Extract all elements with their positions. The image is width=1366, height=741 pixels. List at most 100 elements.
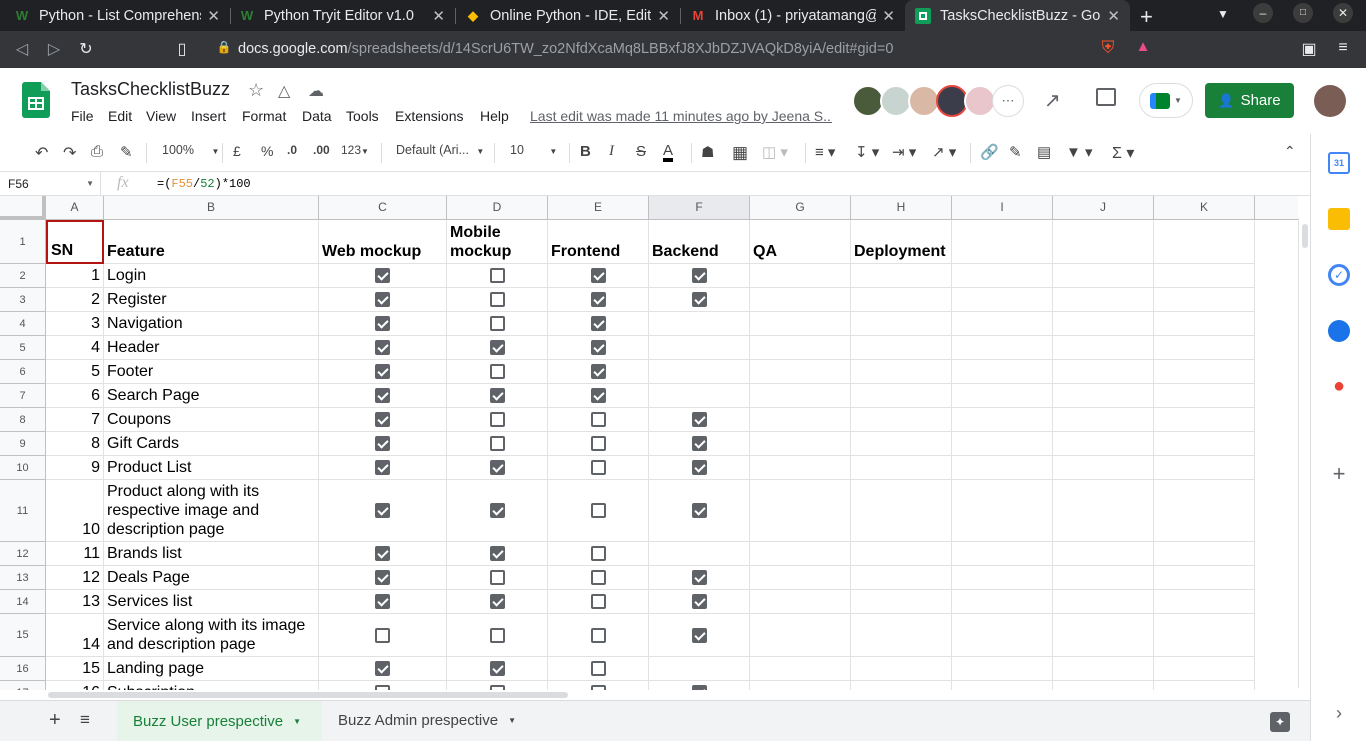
formula-input[interactable]: =(F55/52)*100 xyxy=(157,177,251,191)
checked-checkbox[interactable] xyxy=(375,460,390,475)
row-header[interactable]: 16 xyxy=(0,657,46,681)
row-header[interactable]: 6 xyxy=(0,360,46,384)
sn-cell[interactable]: 14 xyxy=(46,614,104,657)
empty-cell[interactable] xyxy=(851,542,952,566)
checkbox-cell[interactable] xyxy=(548,360,649,384)
unchecked-checkbox[interactable] xyxy=(490,316,505,331)
checkbox-cell[interactable] xyxy=(649,542,750,566)
checkbox-cell[interactable] xyxy=(447,614,548,657)
tasks-icon[interactable]: ✓ xyxy=(1328,264,1350,286)
borders-icon[interactable]: ▦ xyxy=(732,143,748,163)
empty-cell[interactable] xyxy=(1053,657,1154,681)
empty-cell[interactable] xyxy=(851,288,952,312)
checked-checkbox[interactable] xyxy=(375,340,390,355)
checkbox-cell[interactable] xyxy=(649,336,750,360)
empty-cell[interactable] xyxy=(1053,590,1154,614)
empty-cell[interactable] xyxy=(750,360,851,384)
column-header-e[interactable]: E xyxy=(548,196,649,220)
row-header[interactable]: 7 xyxy=(0,384,46,408)
feature-cell[interactable]: Gift Cards xyxy=(104,432,319,456)
column-title[interactable]: Web mockup xyxy=(319,220,447,264)
checked-checkbox[interactable] xyxy=(692,268,707,283)
checked-checkbox[interactable] xyxy=(490,503,505,518)
checked-checkbox[interactable] xyxy=(692,460,707,475)
increase-decimal-button[interactable]: .00 xyxy=(313,143,330,157)
column-header-b[interactable]: B xyxy=(104,196,319,220)
unchecked-checkbox[interactable] xyxy=(490,292,505,307)
text-color-icon[interactable]: A xyxy=(663,143,674,162)
empty-cell[interactable] xyxy=(1053,220,1154,264)
feature-cell[interactable]: Login xyxy=(104,264,319,288)
feature-cell[interactable]: Services list xyxy=(104,590,319,614)
checkbox-cell[interactable] xyxy=(319,264,447,288)
checkbox-cell[interactable] xyxy=(319,384,447,408)
checkbox-cell[interactable] xyxy=(319,681,447,690)
sn-cell[interactable]: 16 xyxy=(46,681,104,690)
fill-color-icon[interactable]: ☗ xyxy=(701,143,714,161)
sn-cell[interactable]: 13 xyxy=(46,590,104,614)
cloud-status-icon[interactable]: ☁ xyxy=(308,81,324,101)
empty-cell[interactable] xyxy=(1154,542,1255,566)
unchecked-checkbox[interactable] xyxy=(591,594,606,609)
checkbox-cell[interactable] xyxy=(447,312,548,336)
checkbox-cell[interactable] xyxy=(548,590,649,614)
empty-cell[interactable] xyxy=(851,657,952,681)
checkbox-cell[interactable] xyxy=(649,432,750,456)
vertical-align-icon[interactable]: ↧ ▾ xyxy=(855,143,879,161)
empty-cell[interactable] xyxy=(1154,312,1255,336)
checked-checkbox[interactable] xyxy=(375,661,390,676)
empty-cell[interactable] xyxy=(1154,590,1255,614)
unchecked-checkbox[interactable] xyxy=(591,460,606,475)
row-header[interactable]: 4 xyxy=(0,312,46,336)
checked-checkbox[interactable] xyxy=(375,570,390,585)
empty-cell[interactable] xyxy=(851,432,952,456)
checkbox-cell[interactable] xyxy=(447,542,548,566)
row-header[interactable]: 14 xyxy=(0,590,46,614)
column-header-c[interactable]: C xyxy=(319,196,447,220)
empty-cell[interactable] xyxy=(1053,288,1154,312)
checkbox-cell[interactable] xyxy=(649,480,750,542)
empty-cell[interactable] xyxy=(1154,480,1255,542)
column-header-j[interactable]: J xyxy=(1053,196,1154,220)
empty-cell[interactable] xyxy=(952,614,1053,657)
empty-cell[interactable] xyxy=(750,456,851,480)
column-title[interactable]: Deployment xyxy=(851,220,952,264)
column-header-k[interactable]: K xyxy=(1154,196,1255,220)
empty-cell[interactable] xyxy=(750,384,851,408)
column-header-f[interactable]: F xyxy=(649,196,750,220)
scrollbar-thumb[interactable] xyxy=(48,692,568,698)
column-header-h[interactable]: H xyxy=(851,196,952,220)
empty-cell[interactable] xyxy=(750,480,851,542)
sn-cell[interactable]: 15 xyxy=(46,657,104,681)
checked-checkbox[interactable] xyxy=(490,388,505,403)
checked-checkbox[interactable] xyxy=(692,503,707,518)
feature-cell[interactable]: Header xyxy=(104,336,319,360)
bold-icon[interactable]: B xyxy=(580,143,591,160)
checkbox-cell[interactable] xyxy=(447,566,548,590)
checkbox-cell[interactable] xyxy=(649,566,750,590)
empty-cell[interactable] xyxy=(750,336,851,360)
empty-cell[interactable] xyxy=(1053,480,1154,542)
sn-cell[interactable]: 5 xyxy=(46,360,104,384)
empty-cell[interactable] xyxy=(750,542,851,566)
browser-tab[interactable]: M Inbox (1) - priyatamang@ca ✕ xyxy=(680,0,905,31)
empty-cell[interactable] xyxy=(1154,681,1255,690)
column-title[interactable]: Feature xyxy=(104,220,319,264)
empty-cell[interactable] xyxy=(851,480,952,542)
checkbox-cell[interactable] xyxy=(649,614,750,657)
browser-menu-icon[interactable]: ≡ xyxy=(1333,39,1353,57)
horizontal-align-icon[interactable]: ≡ ▾ xyxy=(815,143,835,161)
unchecked-checkbox[interactable] xyxy=(375,628,390,643)
checked-checkbox[interactable] xyxy=(375,594,390,609)
column-title[interactable]: Mobile mockup xyxy=(447,220,548,264)
empty-cell[interactable] xyxy=(1154,288,1255,312)
empty-cell[interactable] xyxy=(1053,408,1154,432)
checkbox-cell[interactable] xyxy=(548,312,649,336)
checked-checkbox[interactable] xyxy=(375,412,390,427)
activity-dashboard-icon[interactable]: ↗ xyxy=(1044,88,1061,113)
last-edit-link[interactable]: Last edit was made 11 minutes ago by Jee… xyxy=(530,108,832,124)
empty-cell[interactable] xyxy=(1053,614,1154,657)
checkbox-cell[interactable] xyxy=(447,480,548,542)
feature-cell[interactable]: Service along with its image and descrip… xyxy=(104,614,319,657)
checkbox-cell[interactable] xyxy=(319,590,447,614)
